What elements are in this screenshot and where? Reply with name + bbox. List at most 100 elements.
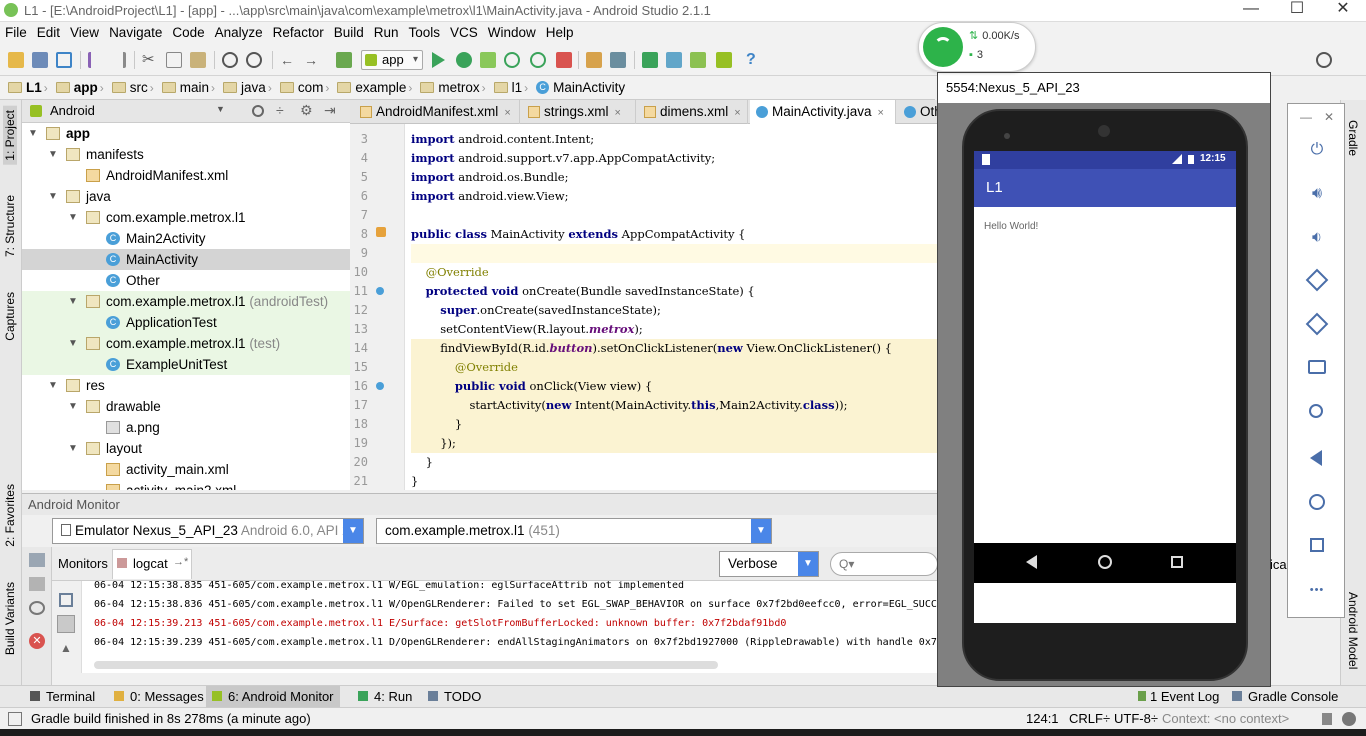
log-level-select[interactable]: Verbose ▼ [719,551,819,577]
menu-item-file[interactable]: File [0,22,32,44]
home-nav-icon[interactable] [1098,555,1112,569]
tab-gradle-console[interactable]: Gradle Console [1232,686,1338,708]
close-tab-icon[interactable]: × [878,107,884,119]
run-configuration-select[interactable]: app ▾ [361,50,423,70]
expand-arrow-icon[interactable]: ▼ [68,396,78,417]
run-icon[interactable] [432,52,445,68]
stop-icon[interactable] [556,52,572,68]
expand-arrow-icon[interactable]: ▼ [68,333,78,354]
menu-item-vcs[interactable]: VCS [445,22,483,44]
zoom-icon[interactable] [1309,404,1323,418]
breadcrumb-item[interactable]: src › [111,80,156,95]
chevron-down-icon[interactable]: ▼ [798,552,818,576]
minimize-icon[interactable]: — [1300,110,1312,124]
recents-nav-icon[interactable] [1171,556,1183,568]
minimize-button[interactable]: — [1228,0,1274,22]
tab-terminal[interactable]: Terminal [30,686,95,708]
menu-item-navigate[interactable]: Navigate [104,22,167,44]
breadcrumb-item[interactable]: L1 › [8,80,50,95]
breadcrumb-item[interactable]: metrox › [420,80,487,95]
save-icon[interactable] [32,52,48,68]
editor-tab[interactable]: strings.xml × [522,100,636,124]
scroll-to-end-icon[interactable] [57,615,75,633]
back-icon[interactable] [1310,450,1322,466]
home-icon[interactable] [1309,494,1325,510]
tree-item[interactable]: ▼ java [22,186,350,207]
rerun-icon[interactable] [530,52,546,68]
undo-icon[interactable] [88,52,104,68]
menu-item-edit[interactable]: Edit [32,22,65,44]
close-tab-icon[interactable]: × [504,107,510,119]
file-encoding[interactable]: UTF-8÷ [1114,711,1158,726]
tree-item[interactable]: ▼ drawable [22,396,350,417]
terminate-icon[interactable]: ✕ [29,633,45,649]
expand-arrow-icon[interactable]: ▼ [68,291,78,312]
sync-gradle-icon[interactable] [642,52,658,68]
screenshot-icon[interactable] [29,553,45,567]
tab-android-monitor[interactable]: 6: Android Monitor [206,686,340,708]
help-icon[interactable]: ? [746,52,762,68]
breadcrumb-item[interactable]: java › [223,80,274,95]
arrow-up-icon[interactable]: ▲ [60,641,72,655]
tree-item[interactable]: activity_main.xml [22,459,350,480]
close-tab-icon[interactable]: × [734,107,740,119]
implements-marker-icon[interactable] [376,287,384,295]
process-select[interactable]: com.example.metrox.l1 (451) ▼ [376,518,772,544]
override-marker-icon[interactable] [376,227,386,237]
chevron-down-icon[interactable]: ▼ [343,519,363,543]
apply-changes-icon[interactable] [504,52,520,68]
menu-item-analyze[interactable]: Analyze [210,22,268,44]
volume-down-icon[interactable]: 🔉︎ [1307,228,1327,248]
menu-item-help[interactable]: Help [541,22,579,44]
hide-panel-icon[interactable]: ⇥ [324,102,336,119]
tab-gradle[interactable]: Gradle [1346,120,1360,156]
menu-item-code[interactable]: Code [167,22,209,44]
copy-icon[interactable] [166,52,182,68]
breadcrumb-item[interactable]: C MainActivity [536,80,625,95]
close-tab-icon[interactable]: × [615,107,621,119]
breadcrumb-item[interactable]: example › [337,80,414,95]
avd-manager-icon[interactable] [666,52,682,68]
tab-favorites[interactable]: 2: Favorites [3,484,17,547]
network-widget[interactable]: ⇅ 0.00K/s ▪ 3 [918,22,1036,72]
screen-record-icon[interactable] [29,577,45,591]
replace-icon[interactable] [246,52,262,68]
maximize-button[interactable]: ☐ [1274,0,1320,22]
tree-item[interactable]: C Other [22,270,350,291]
chevron-down-icon[interactable]: ▼ [216,104,225,114]
tab-captures[interactable]: Captures [3,292,17,341]
editor-tab[interactable]: AndroidManifest.xml × [354,100,520,124]
tree-item[interactable]: C ExampleUnitTest [22,354,350,375]
expand-arrow-icon[interactable]: ▼ [68,207,78,228]
device-select[interactable]: Emulator Nexus_5_API_23 Android 6.0, API… [52,518,364,544]
tree-item[interactable]: ▼ com.example.metrox.l1 (test) [22,333,350,354]
tree-item[interactable]: C ApplicationTest [22,312,350,333]
system-info-icon[interactable] [29,601,45,615]
tree-item[interactable]: ▼ layout [22,438,350,459]
hector-icon[interactable] [1342,712,1356,726]
expand-arrow-icon[interactable]: ▼ [48,186,58,207]
expand-arrow-icon[interactable]: ▼ [48,144,58,165]
tree-item[interactable]: ▼ app [22,123,350,144]
cut-icon[interactable]: ✂ [142,52,158,68]
collapse-all-icon[interactable]: ÷ [276,102,284,118]
scroll-from-source-icon[interactable] [252,105,264,117]
tree-item[interactable]: ▼ com.example.metrox.l1 [22,207,350,228]
implements-marker-icon[interactable] [376,382,384,390]
menu-item-refactor[interactable]: Refactor [268,22,329,44]
gear-icon[interactable]: ⚙ [300,102,313,119]
line-separator[interactable]: CRLF÷ [1069,711,1110,726]
chevron-down-icon[interactable]: ▼ [751,519,771,543]
menu-item-run[interactable]: Run [369,22,404,44]
paste-icon[interactable] [190,52,206,68]
breadcrumb-item[interactable]: l1 › [493,80,531,95]
search-everywhere-icon[interactable] [1316,52,1332,68]
sync-icon[interactable] [56,52,72,68]
menu-item-build[interactable]: Build [329,22,369,44]
find-icon[interactable] [222,52,238,68]
make-project-icon[interactable] [336,52,352,68]
attach-debugger-icon[interactable] [480,52,496,68]
code-editor[interactable]: import android.content.Intent; import and… [405,124,938,490]
tab-event-log[interactable]: 1 Event Log [1138,686,1219,708]
tab-todo[interactable]: TODO [428,686,481,708]
